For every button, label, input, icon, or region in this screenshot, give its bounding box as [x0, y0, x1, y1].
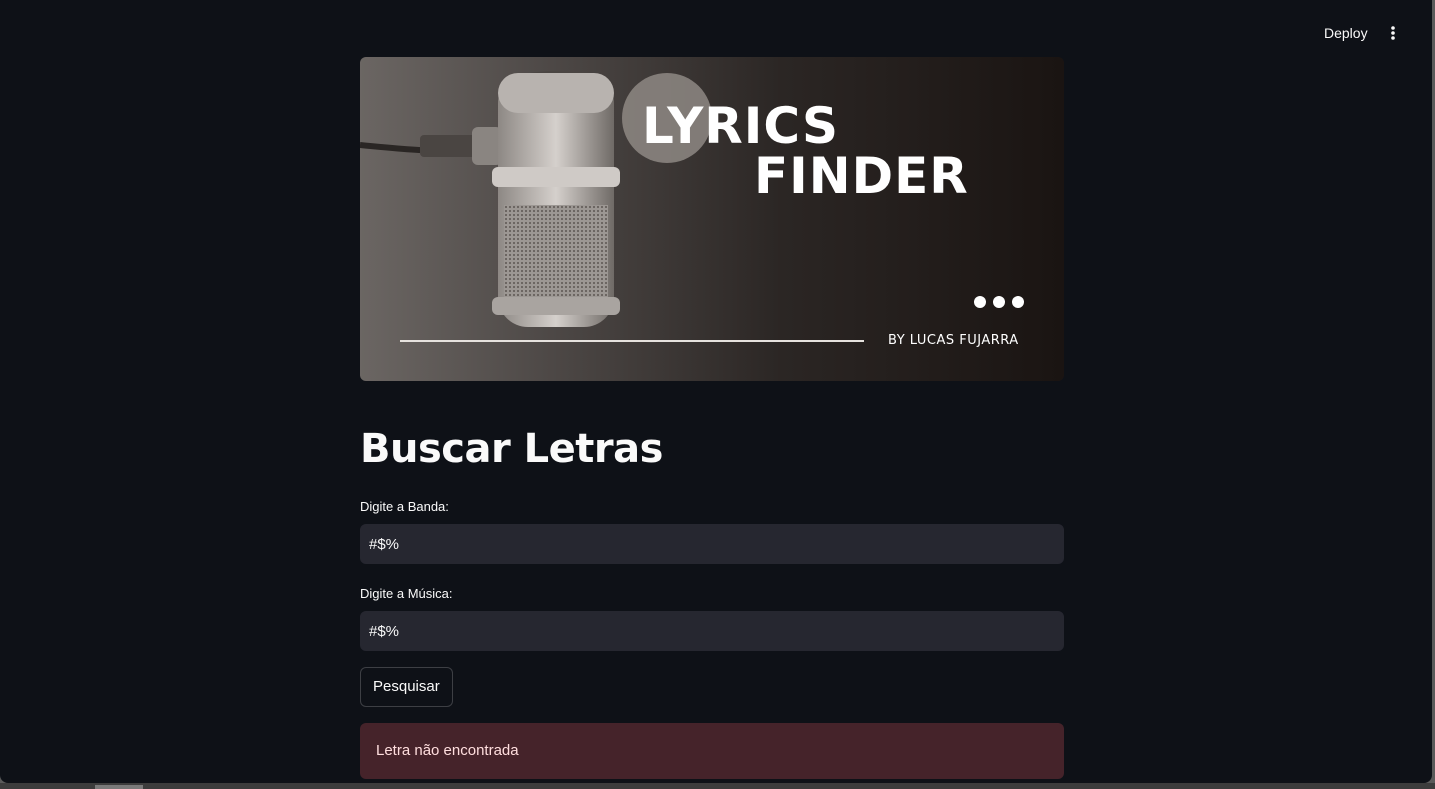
deploy-button[interactable]: Deploy: [1316, 22, 1376, 44]
banner-title-line2: FINDER: [754, 147, 969, 205]
os-taskbar: [0, 783, 1435, 789]
page-title: Buscar Letras: [360, 426, 663, 472]
app-header: Deploy: [0, 0, 1432, 64]
song-input[interactable]: #$%: [360, 611, 1064, 651]
banner-title: LYRICS FINDER: [642, 101, 969, 201]
error-alert: Letra não encontrada: [360, 723, 1064, 779]
search-button[interactable]: Pesquisar: [360, 667, 453, 707]
band-input[interactable]: #$%: [360, 524, 1064, 564]
app-window: Deploy LYRICS FINDER BY LUCAS FUJARRA Bu…: [0, 0, 1432, 783]
band-label: Digite a Banda:: [360, 499, 449, 514]
banner-byline: BY LUCAS FUJARRA: [888, 333, 1019, 348]
vertical-dots-icon: [1391, 26, 1395, 40]
taskbar-item[interactable]: [95, 785, 143, 789]
banner-image: LYRICS FINDER BY LUCAS FUJARRA: [360, 57, 1064, 381]
main-content: LYRICS FINDER BY LUCAS FUJARRA Buscar Le…: [360, 57, 1064, 779]
main-menu-button[interactable]: [1380, 21, 1404, 45]
song-label: Digite a Música:: [360, 586, 453, 601]
